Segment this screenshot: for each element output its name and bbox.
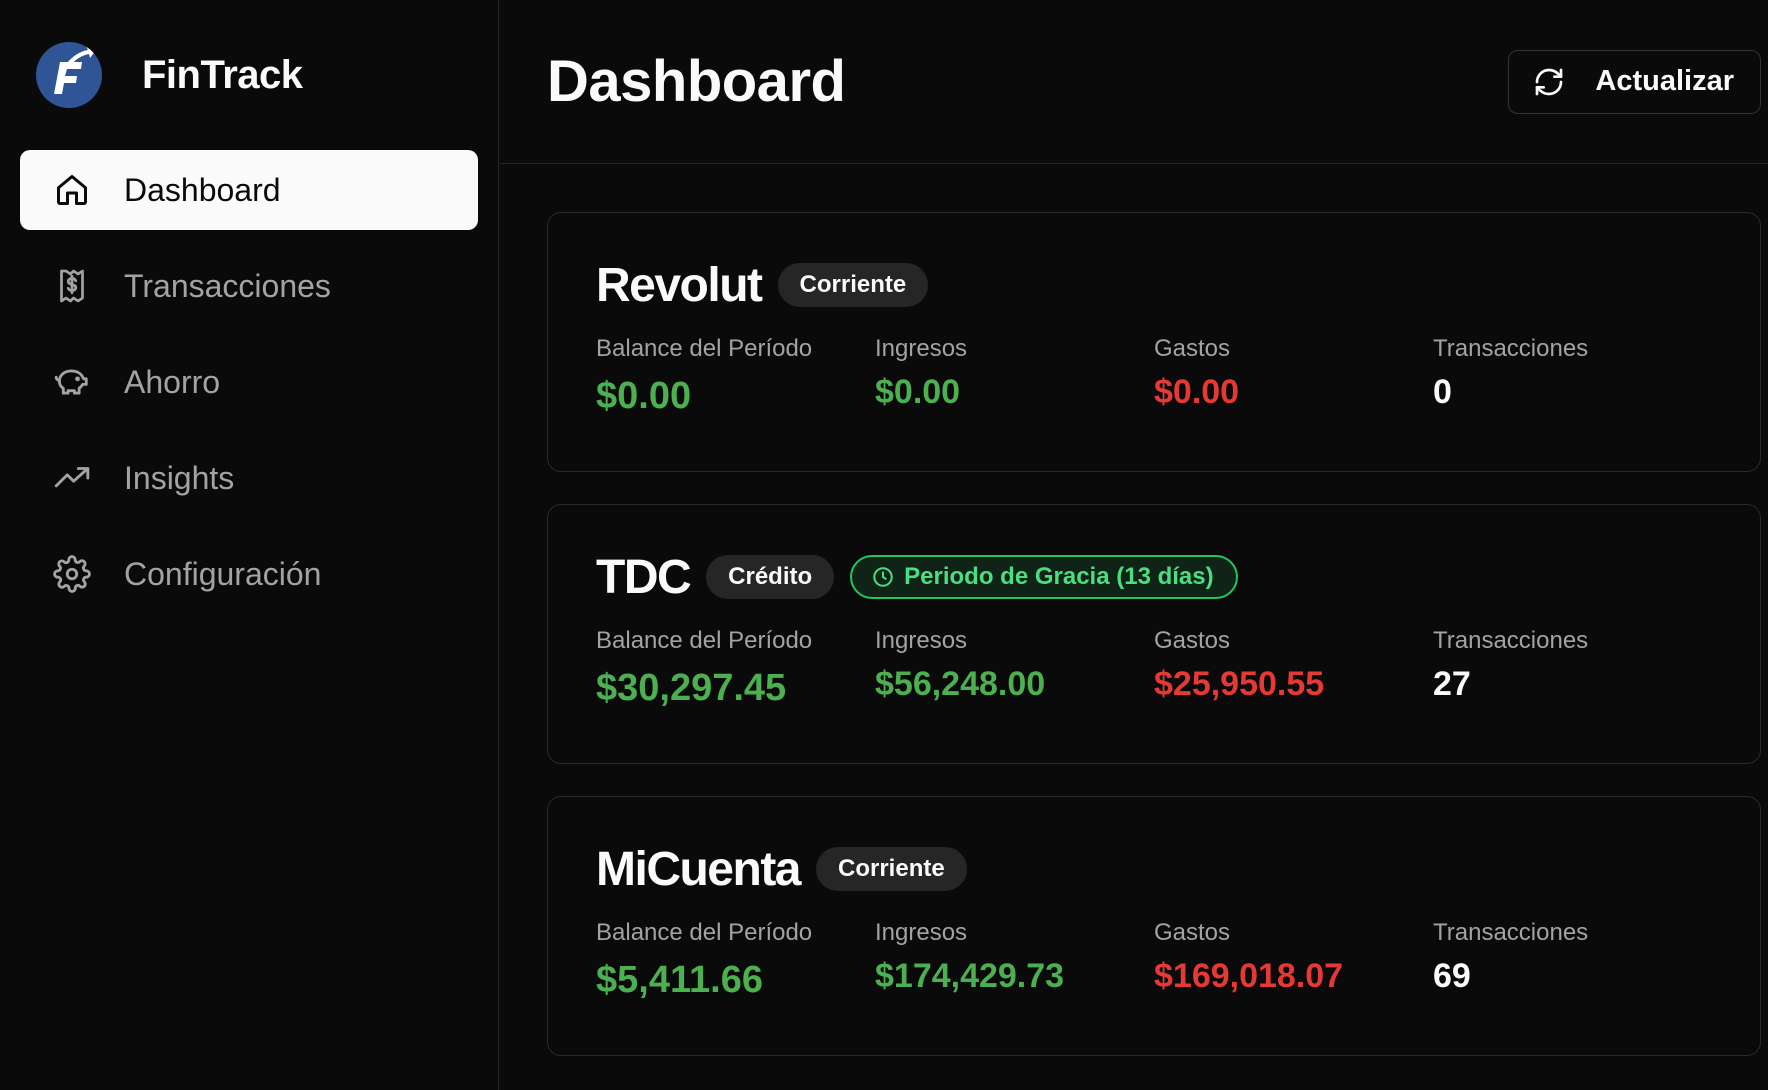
stat-expenses: Gastos $169,018.07 [1154, 919, 1433, 1002]
refresh-icon [1533, 66, 1565, 98]
stat-label: Balance del Período [596, 627, 813, 654]
stat-label: Gastos [1154, 919, 1231, 946]
account-name: MiCuenta [596, 842, 802, 896]
brand[interactable]: FinTrack [36, 40, 478, 110]
stat-label: Transacciones [1433, 919, 1589, 946]
grace-period-label: Periodo de Gracia (13 días) [904, 563, 1214, 590]
sidebar-item-label: Ahorro [124, 363, 221, 400]
sidebar-item-label: Configuración [124, 555, 322, 592]
sidebar: FinTrack Dashboard Transacciones Ahorro … [0, 0, 499, 1090]
receipt-icon [52, 266, 92, 306]
trending-up-icon [52, 458, 92, 498]
stat-expenses: Gastos $0.00 [1154, 335, 1433, 418]
stat-balance: Balance del Período $30,297.45 [596, 627, 875, 710]
stat-transactions: Transacciones 69 [1433, 919, 1712, 1002]
account-card-header: Revolut Corriente [596, 257, 1712, 313]
page-title: Dashboard [547, 49, 846, 114]
stat-income: Ingresos $56,248.00 [875, 627, 1154, 710]
account-name: TDC [596, 550, 692, 604]
stat-label: Balance del Período [596, 335, 813, 362]
gear-icon [52, 554, 92, 594]
sidebar-item-label: Transacciones [124, 267, 331, 304]
account-card-header: TDC Crédito Periodo de Gracia (13 días) [596, 549, 1712, 605]
stat-label: Ingresos [875, 919, 968, 946]
accounts-list: Revolut Corriente Balance del Período $0… [499, 164, 1768, 1088]
stat-income: Ingresos $0.00 [875, 335, 1154, 418]
stat-value-income: $56,248.00 [875, 665, 1046, 703]
stat-expenses: Gastos $25,950.55 [1154, 627, 1433, 710]
sidebar-item-label: Dashboard [124, 171, 281, 208]
refresh-button-label: Actualizar [1595, 65, 1734, 97]
stat-label: Ingresos [875, 335, 968, 362]
account-card-tdc[interactable]: TDC Crédito Periodo de Gracia (13 días) [547, 504, 1761, 764]
grace-period-badge: Periodo de Gracia (13 días) [850, 555, 1238, 599]
stat-value-income: $0.00 [875, 373, 961, 411]
stat-value-balance: $30,297.45 [596, 667, 787, 709]
piggy-bank-icon [52, 362, 92, 402]
account-card-micuenta[interactable]: MiCuenta Corriente Balance del Período $… [547, 796, 1761, 1056]
account-type-badge: Corriente [816, 847, 967, 891]
app-root: FinTrack Dashboard Transacciones Ahorro … [0, 0, 1768, 1090]
main-area: Dashboard Actualizar Revolut Corriente B… [499, 0, 1768, 1090]
sidebar-item-configuracion[interactable]: Configuración [20, 534, 478, 614]
sidebar-item-label: Insights [124, 459, 235, 496]
stat-income: Ingresos $174,429.73 [875, 919, 1154, 1002]
stat-value-transactions: 27 [1433, 665, 1471, 703]
stat-label: Balance del Período [596, 919, 813, 946]
home-icon [52, 170, 92, 210]
account-card-revolut[interactable]: Revolut Corriente Balance del Período $0… [547, 212, 1761, 472]
account-type-badge: Corriente [777, 263, 929, 307]
sidebar-item-dashboard[interactable]: Dashboard [20, 150, 478, 230]
stat-label: Gastos [1154, 335, 1231, 362]
account-stats: Balance del Período $30,297.45 Ingresos … [596, 627, 1712, 710]
account-stats: Balance del Período $0.00 Ingresos $0.00… [596, 335, 1712, 418]
fintrack-logo-icon [36, 42, 102, 108]
stat-balance: Balance del Período $5,411.66 [596, 919, 875, 1002]
stat-value-income: $174,429.73 [875, 957, 1065, 995]
clock-icon [872, 566, 894, 588]
refresh-button[interactable]: Actualizar [1508, 49, 1761, 114]
stat-transactions: Transacciones 27 [1433, 627, 1712, 710]
account-type-badge: Crédito [706, 555, 835, 599]
sidebar-item-transacciones[interactable]: Transacciones [20, 246, 478, 326]
stat-label: Ingresos [875, 627, 968, 654]
stat-label: Transacciones [1433, 335, 1589, 362]
stat-value-balance: $5,411.66 [596, 959, 763, 1001]
sidebar-item-insights[interactable]: Insights [20, 438, 478, 518]
sidebar-nav: Dashboard Transacciones Ahorro Insights … [20, 150, 478, 614]
stat-transactions: Transacciones 0 [1433, 335, 1712, 418]
account-card-header: MiCuenta Corriente [596, 841, 1712, 897]
account-name: Revolut [596, 258, 763, 312]
stat-value-expenses: $25,950.55 [1154, 665, 1325, 703]
stat-value-expenses: $0.00 [1154, 373, 1240, 411]
stat-value-transactions: 0 [1433, 373, 1452, 411]
stat-value-expenses: $169,018.07 [1154, 957, 1344, 995]
stat-label: Transacciones [1433, 627, 1589, 654]
stat-value-transactions: 69 [1433, 957, 1471, 995]
account-stats: Balance del Período $5,411.66 Ingresos $… [596, 919, 1712, 1002]
stat-balance: Balance del Período $0.00 [596, 335, 875, 418]
stat-label: Gastos [1154, 627, 1231, 654]
sidebar-item-ahorro[interactable]: Ahorro [20, 342, 478, 422]
brand-name: FinTrack [142, 52, 303, 97]
page-header: Dashboard Actualizar [499, 0, 1768, 164]
stat-value-balance: $0.00 [596, 375, 692, 417]
